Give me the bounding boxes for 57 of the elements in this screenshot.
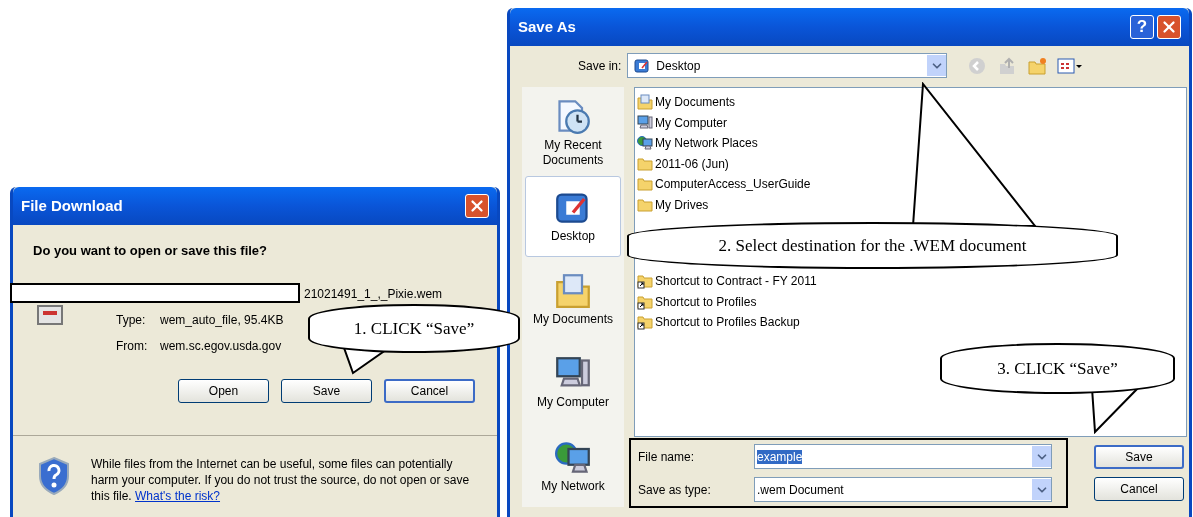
folder-icon	[637, 155, 653, 172]
places-item[interactable]: My Recent Documents	[525, 93, 621, 174]
file-item[interactable]: Shortcut to Profiles Backup	[637, 312, 800, 333]
file-item[interactable]: My Network Places	[637, 133, 758, 154]
documents-folder-icon	[555, 273, 591, 309]
folder-icon	[637, 176, 653, 193]
file-name-field[interactable]: example	[754, 444, 1052, 469]
folder-shortcut-icon	[637, 314, 653, 331]
computer-icon	[637, 114, 653, 131]
dialog-button[interactable]: Cancel	[384, 378, 475, 403]
help-button[interactable]: ?	[1130, 15, 1154, 39]
close-icon	[468, 197, 486, 215]
folder-shortcut-icon	[637, 293, 653, 310]
warning-text: While files from the Internet can be useful, some files can potentially harm your computer. If you do not trust the source, do not open or save this file. What's the risk?	[91, 455, 471, 504]
close-button[interactable]	[465, 194, 489, 218]
field-label: File name:	[638, 448, 696, 466]
save-type-dropdown[interactable]: .wem Document	[754, 477, 1052, 502]
places-item[interactable]: My Network	[525, 426, 621, 507]
dialog-button[interactable]: Open	[178, 378, 269, 403]
places-item[interactable]: My Computer	[525, 343, 621, 424]
places-item[interactable]: My Documents	[525, 259, 621, 341]
from-label: From:	[116, 337, 149, 355]
close-icon	[1160, 18, 1178, 36]
places-item[interactable]: Desktop	[525, 176, 621, 257]
file-item[interactable]: My Documents	[637, 92, 736, 113]
file-item[interactable]: My Computer	[637, 112, 728, 133]
field-label: Save as type:	[638, 481, 712, 499]
file-item[interactable]: Shortcut to Profiles	[637, 291, 757, 312]
new-folder-icon[interactable]	[1027, 55, 1048, 76]
file-name: 21021491_1_,_Pixie.wem	[304, 285, 443, 303]
dialog-button[interactable]: Save	[281, 378, 372, 403]
dialog-button[interactable]: Save	[1094, 445, 1184, 469]
window-title: File Download	[21, 195, 123, 216]
documents-folder-icon	[637, 94, 653, 111]
folder-icon	[637, 196, 653, 213]
clock-document-icon	[555, 98, 591, 135]
network-computer-icon	[637, 135, 653, 152]
question-text: Do you want to open or save this file?	[33, 242, 269, 260]
risk-link[interactable]: What's the risk?	[135, 488, 220, 503]
close-button[interactable]	[1157, 15, 1181, 39]
file-item[interactable]: My Drives	[637, 194, 709, 215]
network-computer-icon	[555, 439, 591, 476]
file-item[interactable]: ComputerAccess_UserGuide	[637, 174, 811, 195]
dialog-button[interactable]: Cancel	[1094, 477, 1184, 501]
type-value: wem_auto_file, 95.4KB	[160, 311, 284, 329]
type-label: Type:	[116, 311, 147, 329]
from-value: wem.sc.egov.usda.gov	[160, 337, 282, 355]
file-item[interactable]: 2011-06 (Jun)	[637, 153, 729, 174]
file-item[interactable]: Shortcut to Contract - FY 2011	[637, 271, 817, 292]
shield-help-icon	[37, 455, 71, 496]
save-in-label: Save in:	[578, 57, 622, 75]
save-in-dropdown[interactable]: Desktop	[627, 53, 948, 78]
file-icon	[37, 304, 63, 325]
desktop-icon	[634, 57, 651, 74]
window-title: Save As	[518, 16, 576, 37]
folder-shortcut-icon	[637, 273, 653, 290]
view-menu-icon[interactable]	[1057, 55, 1084, 76]
